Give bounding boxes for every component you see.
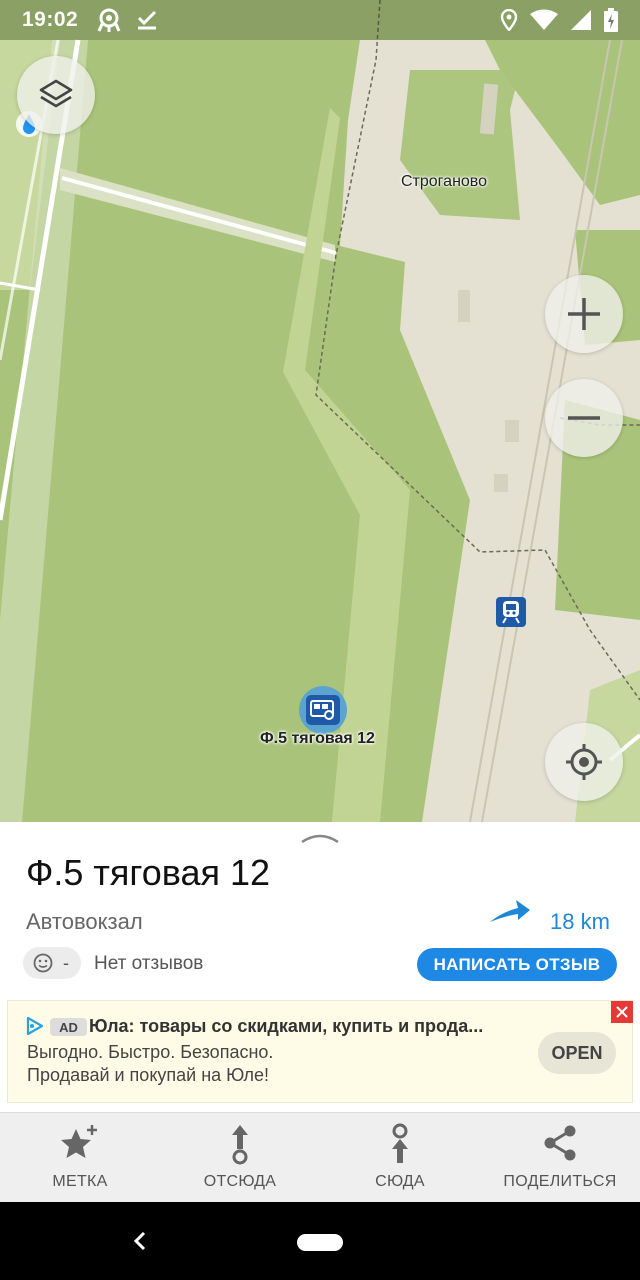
minus-icon (568, 416, 600, 420)
reviews-text: Нет отзывов (94, 953, 204, 974)
system-nav-bar (0, 1202, 640, 1280)
route-to-icon (392, 1123, 408, 1163)
ad-close-button[interactable] (611, 1001, 633, 1023)
my-location-button[interactable] (545, 723, 623, 801)
sheet-handle-icon[interactable] (300, 830, 340, 844)
distance-text: 18 km (550, 909, 610, 934)
airplane-badge-icon (97, 8, 121, 32)
ad-title[interactable]: Юла: товары со скидками, купить и прода.… (89, 1016, 519, 1037)
signal-icon (571, 10, 591, 30)
close-icon (616, 1006, 628, 1018)
action-bar: МЕТКА ОТСЮДА СЮДА ПОДЕЛИТЬСЯ (0, 1112, 640, 1202)
route-from-button[interactable]: ОТСЮДА (160, 1113, 320, 1202)
layers-button[interactable] (17, 56, 95, 134)
share-button[interactable]: ПОДЕЛИТЬСЯ (480, 1113, 640, 1202)
home-pill[interactable] (297, 1234, 343, 1251)
zoom-out-button[interactable] (545, 379, 623, 457)
wifi-icon (530, 9, 558, 30)
share-icon (544, 1125, 576, 1161)
route-to-label: СЮДА (375, 1173, 425, 1190)
place-title: Ф.5 тяговая 12 (26, 852, 271, 893)
locate-icon (566, 744, 602, 780)
share-label: ПОДЕЛИТЬСЯ (503, 1173, 617, 1190)
battery-charging-icon (604, 8, 618, 32)
ad-open-button[interactable]: OPEN (538, 1032, 616, 1074)
rating-value: - (63, 952, 69, 973)
status-bar: 19:02 (0, 0, 640, 40)
ad-banner[interactable]: AD Юла: товары со скидками, купить и про… (7, 1000, 633, 1103)
route-from-label: ОТСЮДА (203, 1173, 277, 1190)
bus-station-icon[interactable] (299, 686, 347, 734)
bookmark-button[interactable]: МЕТКА (0, 1113, 160, 1202)
ad-badge: AD (50, 1018, 87, 1036)
write-review-button[interactable]: НАПИСАТЬ ОТЗЫВ (417, 948, 617, 981)
village-label: Строганово (401, 173, 488, 190)
route-from-icon (232, 1125, 248, 1165)
zoom-in-button[interactable] (545, 275, 623, 353)
train-station-icon[interactable] (496, 597, 526, 627)
layers-icon (39, 79, 73, 108)
poi-label: Ф.5 тяговая 12 (260, 730, 375, 747)
star-add-icon (61, 1125, 97, 1158)
place-type: Автовокзал (26, 909, 143, 934)
rating-pill[interactable]: - (23, 947, 81, 979)
adchoices-icon (26, 1017, 44, 1035)
direction-arrow-icon (490, 900, 530, 922)
map-view[interactable]: Строганово Ф.5 тяговая 12 (0, 0, 640, 822)
plus-icon (568, 298, 600, 330)
ad-line-1: Выгодно. Быстро. Безопасно. (27, 1042, 274, 1062)
ad-line-2: Продавай и покупай на Юле! (27, 1065, 270, 1085)
smiley-icon (33, 953, 53, 973)
check-download-icon (138, 10, 157, 30)
status-time: 19:02 (22, 8, 79, 31)
location-icon (500, 9, 518, 31)
back-icon[interactable] (130, 1229, 150, 1253)
bookmark-label: МЕТКА (52, 1173, 108, 1190)
route-to-button[interactable]: СЮДА (320, 1113, 480, 1202)
